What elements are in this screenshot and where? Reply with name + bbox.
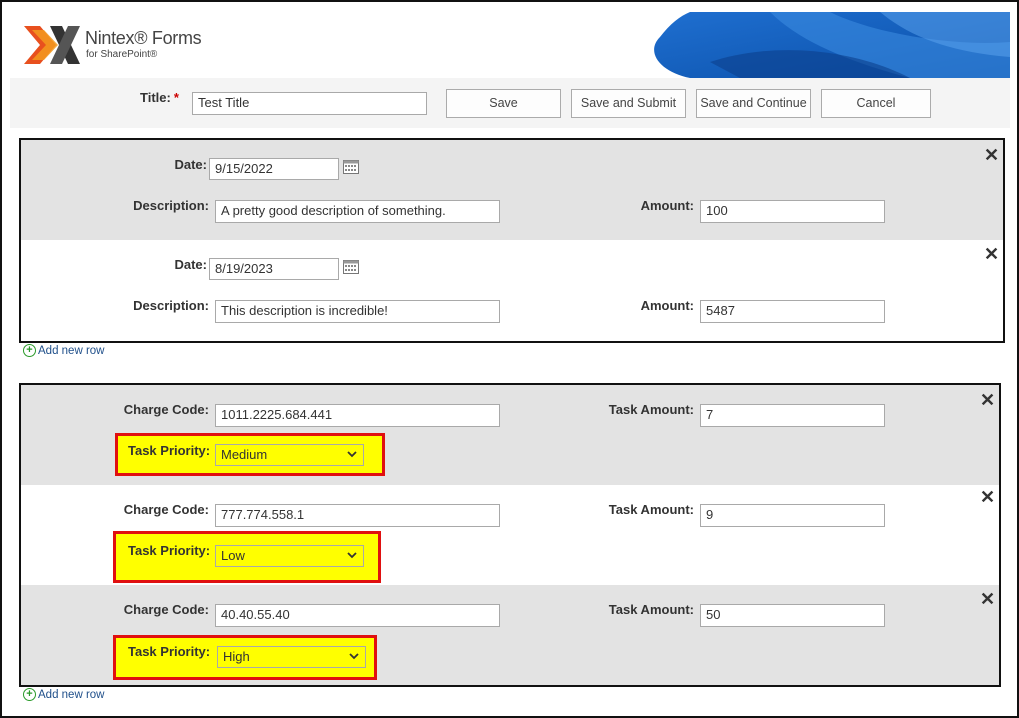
- date-label: Date:: [174, 257, 207, 272]
- expense-row: Date: 8/19/2023 Description: This descri…: [21, 240, 1003, 341]
- task-row: Charge Code: 1011.2225.684.441 Task Amou…: [21, 385, 999, 485]
- task-priority-label: Task Priority:: [128, 543, 211, 558]
- charge-code-input[interactable]: 1011.2225.684.441: [215, 404, 500, 427]
- task-row: Charge Code: 777.774.558.1 Task Amount: …: [21, 485, 999, 585]
- add-circle-icon: +: [23, 344, 36, 357]
- charge-code-input[interactable]: 40.40.55.40: [215, 604, 500, 627]
- form-window: Nintex® Forms for SharePoint® Title: * Te…: [0, 0, 1019, 718]
- expense-repeating-section: Date: 9/15/2022 Description: A pretty go…: [19, 138, 1005, 343]
- task-priority-label: Task Priority:: [128, 644, 211, 659]
- amount-label: Amount:: [640, 198, 694, 213]
- save-and-submit-button[interactable]: Save and Submit: [571, 89, 686, 118]
- close-icon[interactable]: ✕: [980, 488, 995, 506]
- description-label: Description:: [133, 198, 209, 213]
- chevron-down-icon: [347, 552, 357, 559]
- charge-code-label: Charge Code:: [123, 602, 209, 617]
- close-icon[interactable]: ✕: [984, 245, 999, 263]
- task-priority-label: Task Priority:: [128, 443, 211, 458]
- description-label: Description:: [133, 298, 209, 313]
- add-new-row-link[interactable]: + Add new row: [23, 344, 104, 357]
- brand-name: Nintex® Forms: [85, 28, 202, 48]
- add-new-row-link[interactable]: + Add new row: [23, 688, 104, 701]
- description-input[interactable]: This description is incredible!: [215, 300, 500, 323]
- chevron-down-icon: [349, 653, 359, 660]
- task-amount-input[interactable]: 9: [700, 504, 885, 527]
- title-toolbar: Title: * Test Title Save Save and Submit …: [10, 78, 1010, 128]
- task-amount-input[interactable]: 50: [700, 604, 885, 627]
- expense-row: Date: 9/15/2022 Description: A pretty go…: [21, 140, 1003, 240]
- charge-code-label: Charge Code:: [123, 502, 209, 517]
- amount-input[interactable]: 100: [700, 200, 885, 223]
- save-button[interactable]: Save: [446, 89, 561, 118]
- add-circle-icon: +: [23, 688, 36, 701]
- close-icon[interactable]: ✕: [980, 590, 995, 608]
- title-label: Title: *: [140, 90, 179, 105]
- task-priority-select[interactable]: Low: [215, 545, 364, 567]
- task-amount-label: Task Amount:: [608, 502, 694, 517]
- banner-graphic: [654, 12, 1010, 78]
- close-icon[interactable]: ✕: [984, 146, 999, 164]
- nintex-logo-icon: [24, 26, 80, 64]
- date-label: Date:: [174, 157, 207, 172]
- calendar-icon[interactable]: [343, 160, 359, 174]
- amount-label: Amount:: [640, 298, 694, 313]
- charge-code-label: Charge Code:: [123, 402, 209, 417]
- description-input[interactable]: A pretty good description of something.: [215, 200, 500, 223]
- brand-subtitle: for SharePoint®: [86, 49, 158, 60]
- task-priority-highlight: Task Priority: Medium: [115, 433, 385, 476]
- charge-code-input[interactable]: 777.774.558.1: [215, 504, 500, 527]
- task-priority-select[interactable]: High: [217, 646, 366, 668]
- form-header: Nintex® Forms for SharePoint®: [10, 12, 1010, 78]
- title-input[interactable]: Test Title: [192, 92, 427, 115]
- task-amount-input[interactable]: 7: [700, 404, 885, 427]
- task-amount-label: Task Amount:: [608, 602, 694, 617]
- date-input[interactable]: 9/15/2022: [209, 158, 339, 180]
- task-priority-highlight: Task Priority: High: [113, 635, 377, 680]
- calendar-icon[interactable]: [343, 260, 359, 274]
- task-row: Charge Code: 40.40.55.40 Task Amount: 50…: [21, 585, 999, 685]
- date-input[interactable]: 8/19/2023: [209, 258, 339, 280]
- amount-input[interactable]: 5487: [700, 300, 885, 323]
- save-and-continue-button[interactable]: Save and Continue: [696, 89, 811, 118]
- task-priority-highlight: Task Priority: Low: [113, 531, 381, 583]
- close-icon[interactable]: ✕: [980, 391, 995, 409]
- cancel-button[interactable]: Cancel: [821, 89, 931, 118]
- task-repeating-section: Charge Code: 1011.2225.684.441 Task Amou…: [19, 383, 1001, 687]
- chevron-down-icon: [347, 451, 357, 458]
- task-amount-label: Task Amount:: [608, 402, 694, 417]
- task-priority-select[interactable]: Medium: [215, 444, 364, 466]
